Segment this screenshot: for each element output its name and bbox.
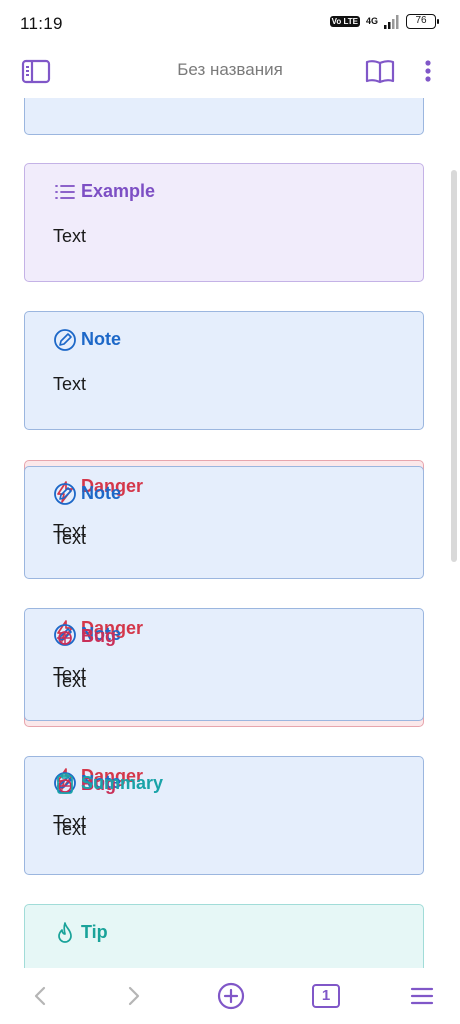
- bug-icon: [57, 631, 72, 645]
- callout-title: Tip: [81, 922, 108, 942]
- callout-body: Text: [53, 374, 87, 394]
- callout-note-overlay[interactable]: Danger Note Bug Text Text: [24, 608, 424, 721]
- top-toolbar: Без названия: [0, 48, 460, 96]
- callout-title-note: Note: [81, 483, 121, 503]
- callout-example[interactable]: Example Text: [24, 163, 424, 282]
- status-icons: Vo LTE 4G 76: [329, 14, 439, 29]
- callout-body: Text: [53, 671, 87, 691]
- callout-title: Example: [81, 181, 156, 201]
- book-icon[interactable]: [364, 55, 396, 87]
- signal-icon: [384, 14, 399, 29]
- bottom-navigation: 1: [0, 968, 460, 1024]
- back-icon[interactable]: [24, 980, 56, 1012]
- callout-title: Note: [81, 329, 121, 349]
- more-vertical-icon[interactable]: [416, 55, 440, 87]
- callout-note-top[interactable]: [24, 98, 424, 135]
- status-bar: 11:19 Vo LTE 4G 76: [0, 0, 460, 48]
- flame-icon: [58, 922, 72, 943]
- scrollbar-thumb[interactable]: [451, 170, 457, 562]
- callout-body: Text: [53, 819, 87, 839]
- clipboard-icon: [57, 773, 73, 794]
- callout-note[interactable]: Note Text: [24, 311, 424, 430]
- tabs-count-button[interactable]: 1: [312, 984, 340, 1008]
- network-type: 4G: [365, 16, 378, 26]
- pencil-icon: [54, 483, 76, 505]
- battery-icon: 76: [406, 14, 439, 29]
- status-time: 11:19: [20, 14, 63, 33]
- callout-title-bug: Bug: [81, 626, 116, 646]
- editor-content[interactable]: Example Text Note Text Danger Note Text …: [0, 98, 460, 968]
- callout-body: Text: [53, 226, 87, 246]
- callout-body: Text: [53, 528, 87, 548]
- forward-icon[interactable]: [118, 980, 150, 1012]
- menu-icon[interactable]: [406, 980, 438, 1012]
- callout-note-overlay[interactable]: Danger Note Text Text: [24, 466, 424, 579]
- callout-tip[interactable]: Tip: [24, 904, 424, 968]
- callout-note-overlay[interactable]: Danger Note Bug Summary Text Text: [24, 756, 424, 875]
- callout-title-summary: Summary: [81, 773, 164, 793]
- add-icon[interactable]: [215, 980, 247, 1012]
- volte-icon: Vo LTE: [329, 16, 360, 27]
- list-icon: [55, 185, 75, 199]
- pencil-icon: [54, 329, 76, 351]
